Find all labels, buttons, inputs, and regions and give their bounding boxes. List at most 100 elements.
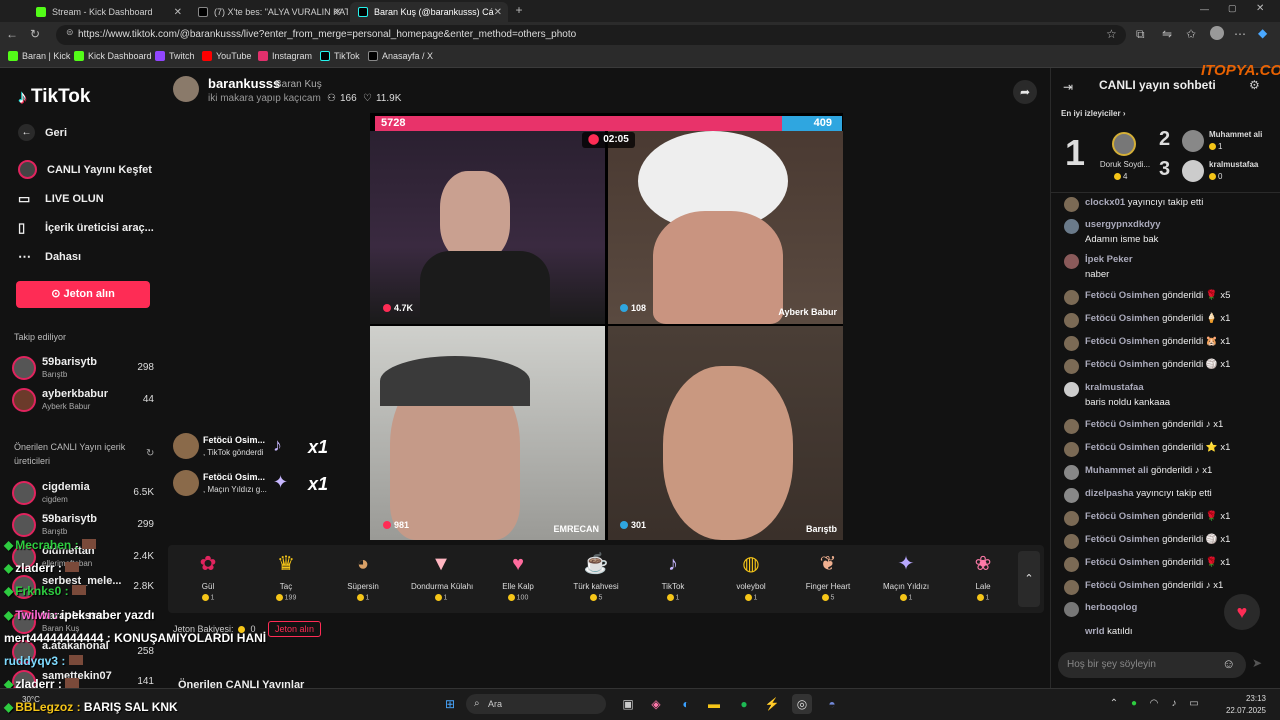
bookmark-x[interactable]: Anasayfa / X	[368, 51, 433, 61]
menu-icon[interactable]: ⋯	[1234, 27, 1246, 41]
tiktok-logo[interactable]: ♪ TikTok	[18, 86, 90, 108]
extensions-icon[interactable]: ⧉	[1136, 27, 1145, 42]
battery-icon[interactable]: ▭	[1184, 694, 1204, 714]
file-explorer-icon[interactable]: ▬	[704, 694, 724, 714]
obs-icon[interactable]: ◎	[792, 694, 812, 714]
profile-avatar[interactable]	[1210, 26, 1224, 40]
gift-item[interactable]: ♪ TikTok 1	[643, 552, 703, 601]
get-coins-button[interactable]: ⊙ Jeton alın	[16, 281, 150, 308]
taskbar-search[interactable]: ⌕ Ara	[466, 694, 606, 714]
chat-message[interactable]: usergypnxdkdyy Adamın isme bak	[1064, 219, 1274, 245]
chat-message[interactable]: Fetöcü Osimhen gönderildi 🏐 x1	[1064, 534, 1274, 549]
maximize-icon[interactable]: ▢	[1228, 3, 1237, 14]
bookmark-youtube[interactable]: YouTube	[202, 51, 251, 61]
gift-item[interactable]: ♥ Elle Kalp 100	[488, 552, 548, 601]
tab-tiktok[interactable]: Baran Kuş (@barankusss) Cá ✕	[350, 2, 508, 22]
reload-icon[interactable]: ↻	[30, 27, 40, 41]
windows-start-icon[interactable]: ⊞	[440, 694, 460, 714]
nav-go-live[interactable]: ▭ LIVE OLUN	[18, 191, 104, 207]
bookmark-twitch[interactable]: Twitch	[155, 51, 195, 61]
nav-more[interactable]: ⋯ Dahası	[18, 249, 81, 265]
share-icon[interactable]: ➦	[1013, 80, 1037, 104]
gift-item[interactable]: ▼ Dondurma Külahı 1	[411, 552, 473, 601]
site-info-icon[interactable]: ⊜	[66, 27, 74, 38]
nav-creator-tools[interactable]: ▯ İçerik üreticisi araç...	[18, 220, 154, 236]
chat-message[interactable]: kralmustafaa baris noldu kankaaa	[1064, 382, 1274, 408]
close-window-icon[interactable]: ✕	[1256, 3, 1264, 14]
gift-item[interactable]: ✦ Maçın Yıldızı 1	[876, 552, 936, 601]
spotify-icon[interactable]: ●	[734, 694, 754, 714]
chat-message[interactable]: Muhammet ali gönderildi ♪ x1	[1064, 465, 1274, 480]
suggested-account[interactable]: cigdemia cigdem 6.5K	[12, 479, 154, 509]
app-icon[interactable]: ⚡	[762, 694, 782, 714]
following-account[interactable]: ayberkbabur Ayberk Babur 44	[12, 386, 154, 416]
gift-item[interactable]: ◕ Süpersin 1	[333, 552, 393, 601]
favorites-icon[interactable]: ✩	[1186, 27, 1196, 41]
discord-icon[interactable]: ◓	[822, 694, 842, 714]
chat-message[interactable]: Fetöcü Osimhen gönderildi 🍦 x1	[1064, 313, 1274, 328]
split-icon[interactable]: ⇋	[1162, 27, 1172, 41]
chat-message[interactable]: clockx01 yayıncıyı takip etti	[1064, 197, 1274, 212]
like-heart-icon[interactable]: ♥	[1224, 594, 1260, 630]
nav-back[interactable]: ← Geri	[18, 124, 67, 141]
bookmark-instagram[interactable]: Instagram	[258, 51, 312, 61]
streamer-avatar[interactable]	[173, 76, 199, 102]
top-viewer-avatar[interactable]	[1182, 160, 1204, 182]
emoji-icon[interactable]: ☺	[1222, 656, 1235, 671]
back-icon[interactable]: ←	[6, 27, 18, 41]
gift-item[interactable]: ❀ Lale 1	[953, 552, 1013, 601]
minimize-icon[interactable]: —	[1200, 4, 1209, 14]
url-field[interactable]: https://www.tiktok.com/@barankusss/live?…	[56, 25, 1126, 45]
tab-x[interactable]: (7) X'te bes: "ALYA VURALIN KATI ✕	[190, 2, 348, 22]
chat-message[interactable]: Fetöcü Osimhen gönderildi 🌹 x1	[1064, 511, 1274, 526]
chat-message[interactable]: İpek Peker naber	[1064, 254, 1274, 280]
chat-message[interactable]: Fetöcü Osimhen gönderildi ♪ x1	[1064, 580, 1274, 595]
send-icon[interactable]: ➤	[1252, 656, 1262, 670]
buy-coins-button[interactable]: Jeton alın	[268, 621, 322, 637]
copilot-app-icon[interactable]: ◈	[646, 694, 666, 714]
gift-item[interactable]: ☕ Türk kahvesi 5	[566, 552, 626, 601]
chat-message[interactable]: Fetöcü Osimhen gönderildi 🐹 x1	[1064, 336, 1274, 351]
task-view-icon[interactable]: ▣	[618, 694, 638, 714]
settings-gear-icon[interactable]: ⚙	[1249, 78, 1260, 92]
streamer-username[interactable]: barankusss	[208, 76, 280, 91]
chat-message[interactable]: Fetöcü Osimhen gönderildi 🏐 x1	[1064, 359, 1274, 374]
gift-item[interactable]: ◍ voleybol 1	[721, 552, 781, 601]
chat-message[interactable]: Fetöcü Osimhen gönderildi ⭐ x1	[1064, 442, 1274, 457]
tray-green-icon[interactable]: ●	[1124, 694, 1144, 714]
top-viewer-avatar[interactable]	[1112, 132, 1136, 156]
top-viewer-avatar[interactable]	[1182, 130, 1204, 152]
bookmark-tiktok[interactable]: TikTok	[320, 51, 360, 61]
avatar	[1064, 313, 1079, 328]
chat-input[interactable]: Hoş bir şey söyleyin	[1058, 652, 1246, 678]
gift-item[interactable]: ✿ Gül 1	[178, 552, 238, 601]
wifi-icon[interactable]: ◠	[1144, 694, 1164, 714]
gift-item[interactable]: ♛ Taç 199	[256, 552, 316, 601]
suggested-account[interactable]: 59barisytb Barıştb 299	[12, 511, 154, 541]
gift-item[interactable]: ❦ Finger Heart 5	[798, 552, 858, 601]
coin-icon	[821, 594, 829, 601]
chat-message[interactable]: Fetöcü Osimhen gönderildi 🌹 x5	[1064, 290, 1274, 305]
tray-chevron-up-icon[interactable]: ⌃	[1104, 694, 1124, 714]
expand-gifts-chevron-up-icon[interactable]: ⌃	[1018, 551, 1040, 607]
bookmark-star-icon[interactable]: ☆	[1106, 27, 1117, 41]
edge-icon[interactable]: ◐	[676, 694, 696, 714]
close-icon[interactable]: ✕	[174, 7, 182, 18]
collapse-icon[interactable]: ⇥	[1063, 80, 1073, 94]
chat-message[interactable]: dizelpasha yayıncıyı takip etti	[1064, 488, 1274, 503]
live-video[interactable]: 4.7K 108 Ayberk Babur 981 EMRECAN 301 Ba…	[370, 113, 843, 540]
bookmark-baran-kick[interactable]: Baran | Kick	[8, 51, 70, 61]
following-account[interactable]: 59barisytb Barıştb 298	[12, 354, 154, 384]
chat-message[interactable]: Fetöcü Osimhen gönderildi 🌹 x1	[1064, 557, 1274, 572]
new-tab-button[interactable]: +	[512, 3, 526, 17]
tab-kick-dashboard[interactable]: Stream - Kick Dashboard ✕	[28, 2, 188, 22]
close-icon[interactable]: ✕	[494, 7, 502, 18]
close-icon[interactable]: ✕	[334, 7, 342, 18]
top-viewers-label[interactable]: En iyi izleyiciler ›	[1061, 109, 1125, 118]
volume-icon[interactable]: ♪	[1164, 694, 1184, 714]
nav-explore-live[interactable]: CANLI Yayını Keşfet	[18, 160, 152, 179]
refresh-icon[interactable]: ↻	[146, 448, 154, 459]
bookmark-kick-dashboard[interactable]: Kick Dashboard	[74, 51, 152, 61]
copilot-icon[interactable]: ◆	[1258, 26, 1267, 40]
chat-message[interactable]: Fetöcü Osimhen gönderildi ♪ x1	[1064, 419, 1274, 434]
